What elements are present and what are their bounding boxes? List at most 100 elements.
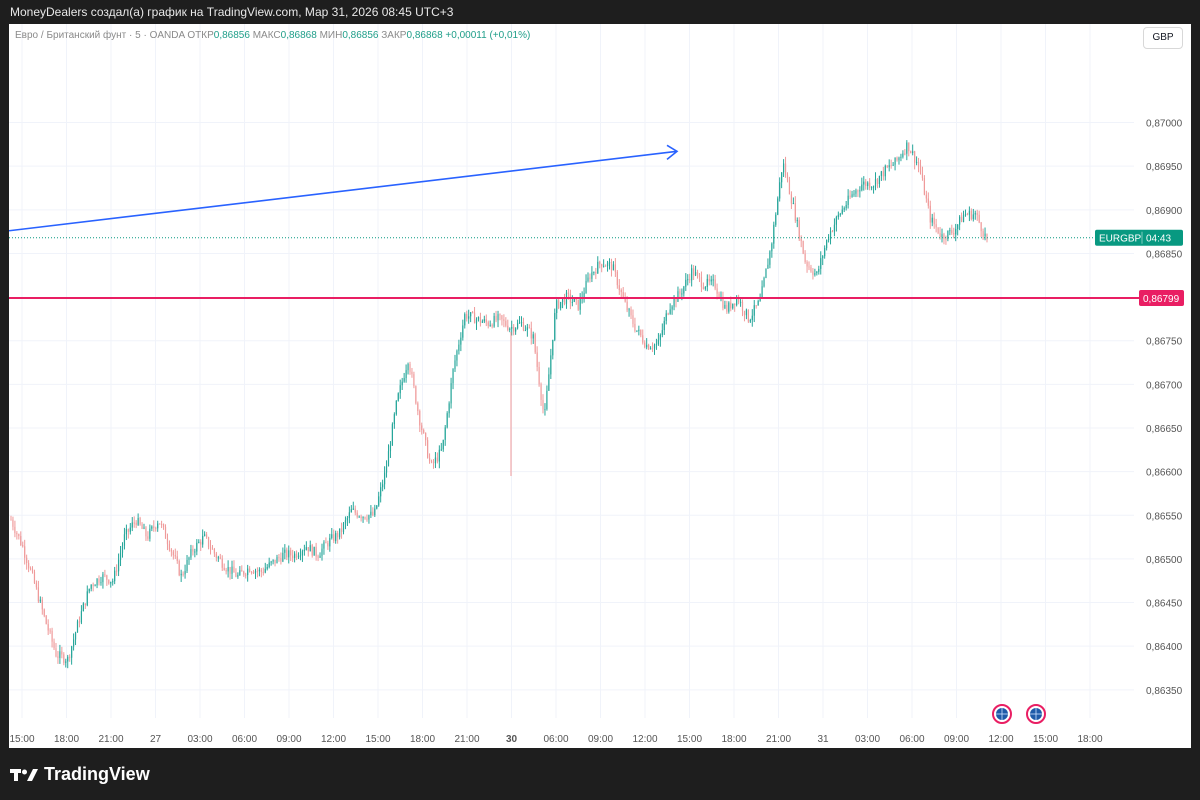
candle-body: [540, 384, 542, 400]
candle-body: [679, 291, 681, 294]
x-tick-label: 03:00: [187, 734, 212, 745]
candle-body: [784, 163, 787, 176]
candle-body: [219, 557, 221, 559]
candle-body: [955, 229, 957, 235]
x-tick-label: 18:00: [410, 734, 435, 745]
candle-body: [473, 312, 476, 324]
candle-body: [241, 570, 243, 572]
candle-body: [303, 549, 305, 552]
candle-body: [700, 277, 703, 287]
candle-body: [204, 534, 206, 536]
candle-body: [338, 528, 341, 538]
candle-body: [196, 542, 198, 552]
candle-body: [575, 298, 577, 300]
candle-body: [127, 529, 129, 532]
candle-body: [254, 570, 257, 574]
candle-body: [765, 268, 767, 278]
candle-body: [853, 193, 855, 195]
candle-body: [917, 161, 920, 166]
candle-body: [599, 261, 601, 265]
candle-body: [896, 157, 898, 161]
candle-body: [164, 527, 167, 539]
candle-body: [374, 508, 376, 516]
chart-area[interactable]: 0,87000 0,86950 0,86900 0,86850 0,86750 0,867…: [9, 24, 1191, 748]
candle-body: [415, 386, 417, 404]
candle-body: [620, 289, 622, 293]
top-bar: MoneyDealers создал(а) график на Trading…: [0, 0, 1200, 24]
candle-body: [102, 574, 104, 583]
candle-body: [10, 519, 12, 521]
candle-body: [966, 214, 969, 216]
candle-body: [417, 403, 419, 412]
candle-body: [632, 315, 634, 324]
candle-body: [96, 578, 98, 586]
candle-body: [912, 151, 914, 154]
candle-body: [906, 142, 908, 154]
close-value: 0,86868: [406, 30, 443, 41]
candle-body: [217, 557, 219, 559]
candle-body: [882, 171, 884, 177]
candle-body: [937, 227, 939, 234]
candle-body: [391, 424, 394, 446]
candle-body: [464, 314, 466, 326]
candle-body: [585, 280, 587, 294]
candle-body: [194, 551, 196, 553]
candle-body: [348, 512, 350, 519]
candle-body: [317, 556, 319, 558]
candle-body: [837, 214, 839, 218]
candle-body: [141, 524, 143, 529]
candle-body: [264, 568, 266, 573]
candle-body: [162, 524, 165, 528]
candle-body: [471, 312, 474, 314]
y-tick-label: 0,86600: [1146, 468, 1183, 479]
price-chart[interactable]: 0,87000 0,86950 0,86900 0,86850 0,86750 0,867…: [9, 24, 1191, 748]
candle-body: [694, 272, 697, 276]
candle-body: [14, 526, 16, 534]
candle-body: [329, 537, 331, 547]
candle-body: [839, 213, 841, 215]
candle-body: [648, 344, 650, 350]
price-tag-symbol: EURGBP: [1099, 234, 1142, 245]
candle-body: [972, 214, 974, 220]
candle-body: [714, 279, 716, 289]
candle-body: [951, 230, 953, 234]
candle-body: [558, 300, 560, 309]
candle-body: [149, 528, 151, 539]
candle-body: [86, 591, 88, 606]
tradingview-logo[interactable]: TradingView: [10, 764, 150, 785]
candle-body: [522, 322, 525, 331]
candle-body: [274, 559, 276, 564]
candle-body: [775, 214, 777, 225]
candle-body: [706, 278, 708, 287]
candle-body: [886, 165, 888, 168]
candle-body: [139, 518, 141, 525]
symbol-description: Евро / Британский фунт · 5 · OANDA: [15, 30, 185, 41]
candle-body: [923, 177, 926, 195]
candle-body: [446, 413, 448, 428]
candle-body: [20, 536, 22, 545]
candle-body: [786, 175, 789, 180]
y-tick-label: 0,86750: [1146, 337, 1183, 348]
currency-button[interactable]: GBP: [1143, 27, 1183, 49]
high-value: 0,86868: [280, 30, 317, 41]
x-tick-label: 18:00: [54, 734, 79, 745]
candle-body: [489, 324, 491, 326]
candle-body: [493, 315, 495, 327]
candle-body: [910, 151, 912, 154]
candle-body: [943, 234, 945, 239]
candle-body: [354, 508, 356, 513]
candle-body: [507, 325, 509, 330]
candle-body: [685, 279, 687, 287]
candle-body: [681, 293, 683, 295]
candle-body: [112, 581, 114, 583]
candle-body: [935, 224, 937, 228]
candle-body: [589, 277, 591, 279]
candle-body: [610, 262, 613, 271]
y-tick-label: 0,86550: [1146, 511, 1183, 522]
candle-body: [769, 251, 771, 265]
candle-body: [295, 553, 298, 558]
candle-body: [460, 337, 462, 345]
candle-body: [137, 518, 139, 525]
y-tick-label: 0,86350: [1146, 686, 1183, 697]
candle-body: [63, 654, 65, 663]
